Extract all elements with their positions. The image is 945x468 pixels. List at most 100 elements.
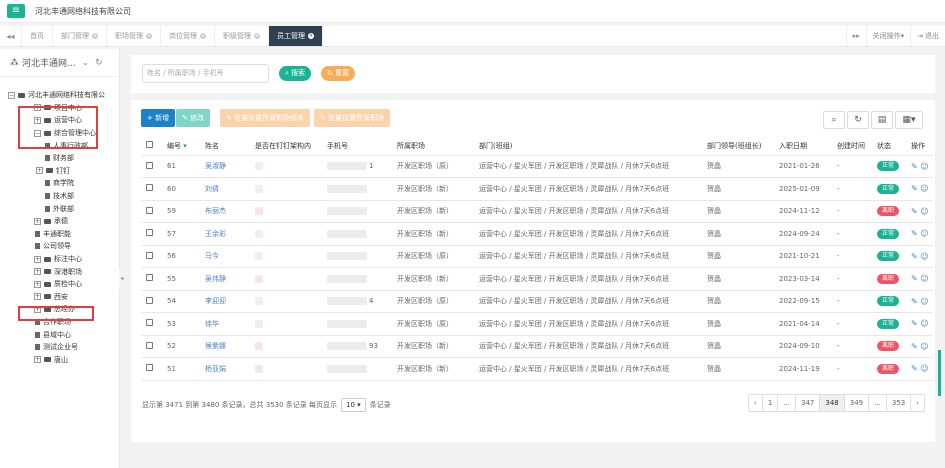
tree-node[interactable]: + 唐山 bbox=[0, 353, 119, 366]
employee-name[interactable]: 刘倩 bbox=[205, 177, 255, 201]
row-checkbox-cell[interactable] bbox=[141, 222, 167, 246]
chevron-down-icon[interactable]: ⌄ bbox=[82, 58, 90, 68]
employee-name[interactable]: 候紫娜 bbox=[205, 335, 255, 358]
tree-node[interactable]: 外联部 bbox=[0, 202, 119, 215]
table-row[interactable]: 56 马今 开发区职场（原） 运营中心 / 星火军团 / 开发区职场 / 灵犀战队 /… bbox=[141, 245, 933, 268]
user-add-icon[interactable]: ☺ bbox=[918, 252, 928, 261]
expand-icon[interactable]: + bbox=[34, 280, 41, 288]
user-add-icon[interactable]: ☺ bbox=[918, 342, 928, 351]
edit-icon[interactable]: ✎ bbox=[911, 274, 918, 283]
page-button[interactable]: 1 bbox=[762, 395, 779, 411]
employee-name[interactable]: 吴淑静 bbox=[205, 155, 255, 178]
table-row[interactable]: 60 刘倩 开发区职场（新） 运营中心 / 星火军团 / 开发区职场 / 灵犀战队 /… bbox=[141, 177, 933, 201]
row-checkbox[interactable] bbox=[146, 296, 153, 304]
employee-name[interactable]: 布丽杰 bbox=[205, 200, 255, 223]
edit-icon[interactable]: ✎ bbox=[911, 319, 918, 328]
row-checkbox[interactable] bbox=[146, 341, 153, 349]
select-all-checkbox[interactable] bbox=[146, 141, 153, 149]
employee-name[interactable]: 王余彩 bbox=[205, 222, 255, 246]
expand-icon[interactable]: + bbox=[34, 255, 41, 263]
table-row[interactable]: 57 王余彩 开发区职场（新） 运营中心 / 星火军团 / 开发区职场 / 灵犀战队 … bbox=[141, 222, 933, 246]
row-checkbox[interactable] bbox=[146, 251, 153, 259]
page-button[interactable]: ... bbox=[869, 395, 887, 411]
tree-node[interactable]: + 质检中心 bbox=[0, 278, 119, 291]
tab-0[interactable]: 首页 bbox=[22, 26, 53, 46]
row-checkbox[interactable] bbox=[146, 184, 153, 192]
select-all-checkbox-cell[interactable] bbox=[141, 137, 167, 156]
reset-button[interactable]: ↻ 重置 bbox=[321, 66, 356, 81]
refresh-icon[interactable]: ↻ bbox=[95, 58, 103, 68]
expand-icon[interactable]: + bbox=[34, 217, 41, 225]
user-add-icon[interactable]: ☺ bbox=[918, 274, 928, 283]
tab-3[interactable]: 岗位管理 × bbox=[161, 26, 215, 46]
table-row[interactable]: 52 候紫娜 93 开发区职场（新） 运营中心 / 星火军团 / 开发区职场 / 灵犀战… bbox=[141, 335, 933, 358]
employee-name[interactable]: 徐毕 bbox=[205, 312, 255, 336]
tree-node[interactable]: 商学院 bbox=[0, 177, 119, 190]
row-checkbox-cell[interactable] bbox=[141, 155, 167, 178]
edit-icon[interactable]: ✎ bbox=[911, 162, 918, 171]
user-add-icon[interactable]: ☺ bbox=[918, 297, 928, 306]
table-row[interactable]: 55 吴伟静 开发区职场（新） 运营中心 / 星火军团 / 开发区职场 / 灵犀战队 … bbox=[141, 267, 933, 291]
row-checkbox[interactable] bbox=[146, 229, 153, 237]
tree-node[interactable]: + 西安 bbox=[0, 291, 119, 304]
employee-name[interactable]: 吴伟静 bbox=[205, 267, 255, 291]
logout-button[interactable]: ⇥ 退出 bbox=[910, 26, 945, 46]
refresh-icon[interactable]: ↻ bbox=[847, 111, 869, 129]
row-checkbox-cell[interactable] bbox=[141, 312, 167, 336]
page-button[interactable]: 349 bbox=[844, 395, 870, 411]
edit-icon[interactable]: ✎ bbox=[911, 229, 918, 238]
grid-icon[interactable]: ▦▾ bbox=[895, 111, 923, 129]
tab-2[interactable]: 职场管理 × bbox=[107, 26, 161, 46]
page-button[interactable]: 347 bbox=[796, 395, 821, 411]
row-checkbox[interactable] bbox=[146, 274, 153, 282]
tabs-forward-icon[interactable]: ▸▸ bbox=[845, 26, 866, 46]
page-button[interactable]: 353 bbox=[886, 395, 912, 411]
expand-icon[interactable]: + bbox=[34, 293, 41, 301]
close-ops-dropdown[interactable]: 关闭操作▾ bbox=[865, 26, 911, 46]
edit-icon[interactable]: ✎ bbox=[911, 297, 918, 306]
expand-icon[interactable]: + bbox=[36, 167, 43, 175]
row-checkbox-cell[interactable] bbox=[141, 267, 167, 291]
row-checkbox[interactable] bbox=[146, 206, 153, 214]
tree-node[interactable]: 测试企业号 bbox=[0, 341, 119, 354]
table-row[interactable]: 51 杨亚娟 开发区职场（新） 运营中心 / 星火军团 / 开发区职场 / 灵犀战队 … bbox=[141, 357, 933, 381]
table-row[interactable]: 53 徐毕 开发区职场（原） 运营中心 / 星火军团 / 开发区职场 / 灵犀战队 /… bbox=[141, 312, 933, 336]
tree-node[interactable]: + 钉钉 bbox=[0, 165, 119, 178]
edit-icon[interactable]: ✎ bbox=[911, 364, 918, 373]
close-icon[interactable]: × bbox=[254, 33, 260, 39]
edit-icon[interactable]: ✎ bbox=[911, 342, 918, 351]
row-checkbox-cell[interactable] bbox=[141, 335, 167, 358]
tree-node[interactable]: 技术部 bbox=[0, 190, 119, 203]
edit-icon[interactable]: ✎ bbox=[911, 207, 918, 216]
employee-name[interactable]: 马今 bbox=[205, 245, 255, 268]
page-scrollbar[interactable] bbox=[938, 350, 941, 396]
page-size-select[interactable]: 10 ▾ bbox=[341, 398, 366, 412]
row-checkbox[interactable] bbox=[146, 319, 153, 327]
page-button[interactable]: ‹ bbox=[749, 395, 763, 411]
row-checkbox-cell[interactable] bbox=[141, 245, 167, 268]
search-icon[interactable]: ⌕ bbox=[823, 111, 845, 129]
user-add-icon[interactable]: ☺ bbox=[918, 319, 928, 328]
tree-node[interactable]: − 河北丰通网络科技有限公 bbox=[0, 89, 119, 102]
row-checkbox-cell[interactable] bbox=[141, 290, 167, 313]
close-icon[interactable]: × bbox=[308, 33, 314, 39]
row-checkbox-cell[interactable] bbox=[141, 357, 167, 381]
user-add-icon[interactable]: ☺ bbox=[918, 207, 928, 216]
tab-5[interactable]: 员工管理 × bbox=[269, 26, 323, 46]
employee-name[interactable]: 李迎迎 bbox=[205, 290, 255, 313]
tree-node[interactable]: 丰通职能 bbox=[0, 228, 119, 241]
table-row[interactable]: 54 李迎迎 4 开发区职场（原） 运营中心 / 星火军团 / 开发区职场 / 灵犀战队… bbox=[141, 290, 933, 313]
expand-icon[interactable]: + bbox=[34, 268, 41, 276]
user-add-icon[interactable]: ☺ bbox=[918, 162, 928, 171]
edit-button[interactable]: ✎ 修改 bbox=[176, 109, 211, 127]
collapse-icon[interactable]: − bbox=[8, 91, 15, 99]
row-checkbox-cell[interactable] bbox=[141, 177, 167, 201]
hamburger-icon[interactable]: ≡ bbox=[7, 4, 25, 18]
tab-1[interactable]: 部门管理 × bbox=[53, 26, 107, 46]
edit-icon[interactable]: ✎ bbox=[911, 184, 918, 193]
columns-icon[interactable]: ▤ bbox=[871, 111, 893, 129]
tree-node[interactable]: + 承德 bbox=[0, 215, 119, 228]
tree-node[interactable]: 县域中心 bbox=[0, 328, 119, 341]
page-button[interactable]: 348 bbox=[820, 395, 845, 411]
tab-4[interactable]: 职级管理 × bbox=[215, 26, 269, 46]
